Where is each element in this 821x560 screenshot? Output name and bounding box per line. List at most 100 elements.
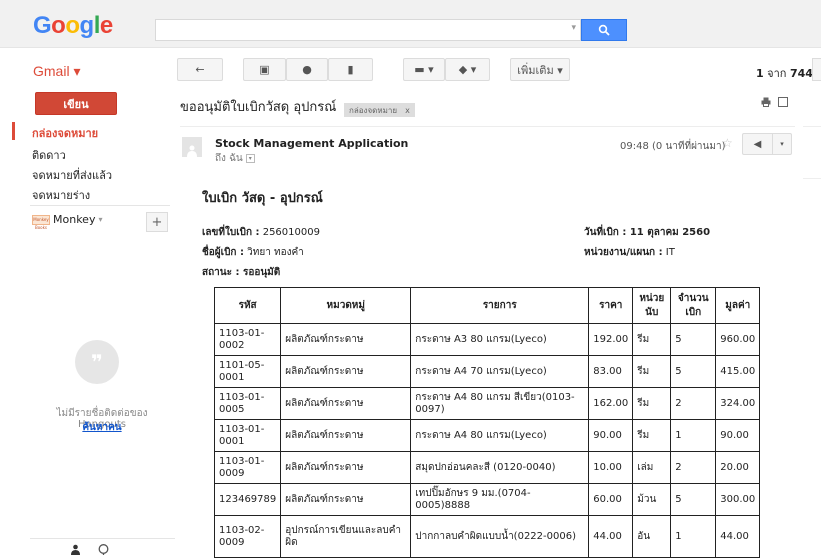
google-logo[interactable]: Google bbox=[33, 12, 113, 40]
col-price: ราคา bbox=[588, 287, 634, 324]
cell-price: 10.00 bbox=[588, 451, 634, 484]
print-icon[interactable] bbox=[761, 97, 771, 107]
move-to-button[interactable]: ▬ ▾ bbox=[403, 58, 445, 81]
search-options-icon[interactable]: ▾ bbox=[571, 23, 576, 33]
cell-value: 90.00 bbox=[715, 419, 761, 452]
email-subject: ขออนุมัติใบเบิกวัสดุ อุปกรณ์ bbox=[180, 100, 337, 115]
cell-item: กระดาษ A4 80 แกรม(Lyeco) bbox=[410, 419, 590, 452]
cell-unit: เล่ม bbox=[632, 451, 672, 484]
cell-category: อุปกรณ์การเขียนและลบคำผิด bbox=[280, 515, 412, 558]
cell-price: 44.00 bbox=[588, 515, 634, 558]
new-window-icon[interactable] bbox=[778, 97, 788, 107]
hangouts-icon[interactable] bbox=[96, 542, 110, 556]
spam-icon: ● bbox=[302, 63, 312, 76]
col-unit: หน่วยนับ bbox=[632, 287, 672, 324]
sidebar-item-drafts[interactable]: จดหมายร่าง bbox=[32, 186, 90, 204]
cell-price: 60.00 bbox=[588, 483, 634, 516]
table-row: 1103-01-0009 ผลิตภัณฑ์กระดาษ สมุดปกอ่อนคละ… bbox=[213, 451, 761, 484]
cell-code: 1103-02-0009 bbox=[213, 515, 282, 558]
requester: ชื่อผู้เบิก : วิทยา ทองคำ bbox=[202, 245, 304, 260]
pager-current: 1 bbox=[756, 67, 764, 80]
table-row: 1103-01-0005 ผลิตภัณฑ์กระดาษ กระดาษ A4 80 … bbox=[213, 387, 761, 420]
pager-newer-button[interactable] bbox=[812, 58, 821, 81]
monkey-logo-icon: Monkey Books bbox=[32, 214, 50, 230]
label-icon: ◆ ▾ bbox=[458, 63, 477, 76]
to-label: ถึง ฉัน bbox=[215, 153, 243, 164]
folder-icon: ▬ ▾ bbox=[414, 63, 434, 76]
cell-category: ผลิตภัณฑ์กระดาษ bbox=[280, 387, 412, 420]
archive-button[interactable]: ▣ bbox=[243, 58, 286, 81]
logo-letter: o bbox=[65, 12, 80, 39]
report-spam-button[interactable]: ● bbox=[286, 58, 328, 81]
logo-letter: G bbox=[33, 12, 52, 39]
search-button[interactable] bbox=[581, 19, 627, 41]
back-button[interactable]: ← bbox=[177, 58, 223, 81]
cell-quantity: 1 bbox=[670, 515, 717, 558]
person-icon[interactable] bbox=[68, 542, 82, 556]
cell-unit: รีม bbox=[632, 355, 672, 388]
sidebar-divider bbox=[30, 205, 170, 206]
reply-button[interactable]: ◀ bbox=[743, 134, 773, 154]
department: หน่วยงาน/แผนก : IT bbox=[584, 245, 675, 260]
new-hangout-button[interactable]: + bbox=[146, 212, 168, 232]
labels-button[interactable]: ◆ ▾ bbox=[445, 58, 490, 81]
trash-icon: ▮ bbox=[347, 63, 354, 76]
show-details-icon[interactable]: ▾ bbox=[245, 154, 255, 163]
cell-item: กระดาษ A4 70 แกรม(Lyeco) bbox=[410, 355, 590, 388]
compose-button[interactable]: เขียน bbox=[35, 92, 117, 115]
cell-category: ผลิตภัณฑ์กระดาษ bbox=[280, 419, 412, 452]
table-row: 1103-01-0002 ผลิตภัณฑ์กระดาษ กระดาษ A3 80 … bbox=[213, 323, 761, 356]
cell-unit: รีม bbox=[632, 387, 672, 420]
cell-value: 960.00 bbox=[715, 323, 761, 356]
cell-price: 83.00 bbox=[588, 355, 634, 388]
cell-code: 1101-05-0001 bbox=[213, 355, 282, 388]
cell-code: 1103-01-0001 bbox=[213, 419, 282, 452]
cell-item: ปากกาลบคำผิดแบบน้ำ(0222-0006) bbox=[410, 515, 590, 558]
delete-button[interactable]: ▮ bbox=[328, 58, 373, 81]
cell-price: 192.00 bbox=[588, 323, 634, 356]
cell-category: ผลิตภัณฑ์กระดาษ bbox=[280, 323, 412, 356]
sidebar-bottom-divider bbox=[30, 538, 175, 539]
cell-category: ผลิตภัณฑ์กระดาษ bbox=[280, 355, 412, 388]
avatar bbox=[182, 137, 202, 157]
recipient-line: ถึง ฉัน ▾ bbox=[215, 151, 255, 166]
chip-close-icon[interactable]: x bbox=[405, 106, 410, 115]
account-name: Monkey bbox=[53, 213, 96, 226]
more-button[interactable]: เพิ่มเติม ▾ bbox=[510, 58, 570, 81]
gmail-menu[interactable]: Gmail ▾ bbox=[33, 63, 80, 80]
department-value: IT bbox=[665, 247, 675, 258]
sender-name[interactable]: Stock Management Application bbox=[215, 137, 408, 150]
logo-letter: g bbox=[79, 12, 95, 39]
hangouts-quote-icon: ❞ bbox=[75, 340, 119, 384]
table-row: 1103-02-0009 อุปกรณ์การเขียนและลบคำผิด ปาก… bbox=[213, 515, 761, 558]
col-category: หมวดหมู่ bbox=[280, 287, 412, 324]
table-row: 123469789 ผลิตภัณฑ์กระดาษ เทปปิ๊มอักษร 9 ม… bbox=[213, 483, 761, 516]
back-arrow-icon: ← bbox=[195, 63, 205, 76]
request-date: วันที่เบิก : 11 ตุลาคม 2560 bbox=[584, 225, 710, 240]
inbox-label-chip: กล่องจดหมาย x bbox=[344, 103, 415, 117]
cell-unit: อัน bbox=[632, 515, 672, 558]
sidebar-item-starred[interactable]: ติดดาว bbox=[32, 146, 66, 164]
cell-code: 123469789 bbox=[213, 483, 282, 516]
cell-value: 300.00 bbox=[715, 483, 761, 516]
requisition-table: รหัส หมวดหมู่ รายการ ราคา หน่วยนับ จำนวน… bbox=[213, 287, 761, 558]
find-people-link[interactable]: ค้นหาคน bbox=[32, 420, 172, 435]
logo-letter: e bbox=[99, 12, 113, 39]
account-switcher[interactable]: Monkey Books Monkey ▾ bbox=[32, 213, 103, 230]
cell-value: 20.00 bbox=[715, 451, 761, 484]
cell-quantity: 1 bbox=[670, 419, 717, 452]
more-actions-button[interactable]: ▾ bbox=[773, 134, 791, 154]
request-number-value: 256010009 bbox=[262, 227, 320, 238]
star-icon[interactable]: ☆ bbox=[722, 136, 733, 150]
sidebar-item-inbox[interactable]: กล่องจดหมาย bbox=[32, 124, 98, 142]
cell-quantity: 5 bbox=[670, 483, 717, 516]
email-time: 09:48 (0 นาทีที่ผ่านมา) bbox=[620, 141, 726, 152]
cell-item: กระดาษ A4 80 แกรม สีเขียว(0103-0097) bbox=[410, 387, 590, 420]
table-row: 1103-01-0001 ผลิตภัณฑ์กระดาษ กระดาษ A4 80 … bbox=[213, 419, 761, 452]
header-divider bbox=[180, 126, 795, 127]
sidebar-item-sent[interactable]: จดหมายที่ส่งแล้ว bbox=[32, 166, 112, 184]
chevron-down-icon: ▾ bbox=[98, 215, 103, 224]
search-input[interactable]: ▾ bbox=[155, 19, 581, 41]
cell-price: 90.00 bbox=[588, 419, 634, 452]
cell-category: ผลิตภัณฑ์กระดาษ bbox=[280, 483, 412, 516]
